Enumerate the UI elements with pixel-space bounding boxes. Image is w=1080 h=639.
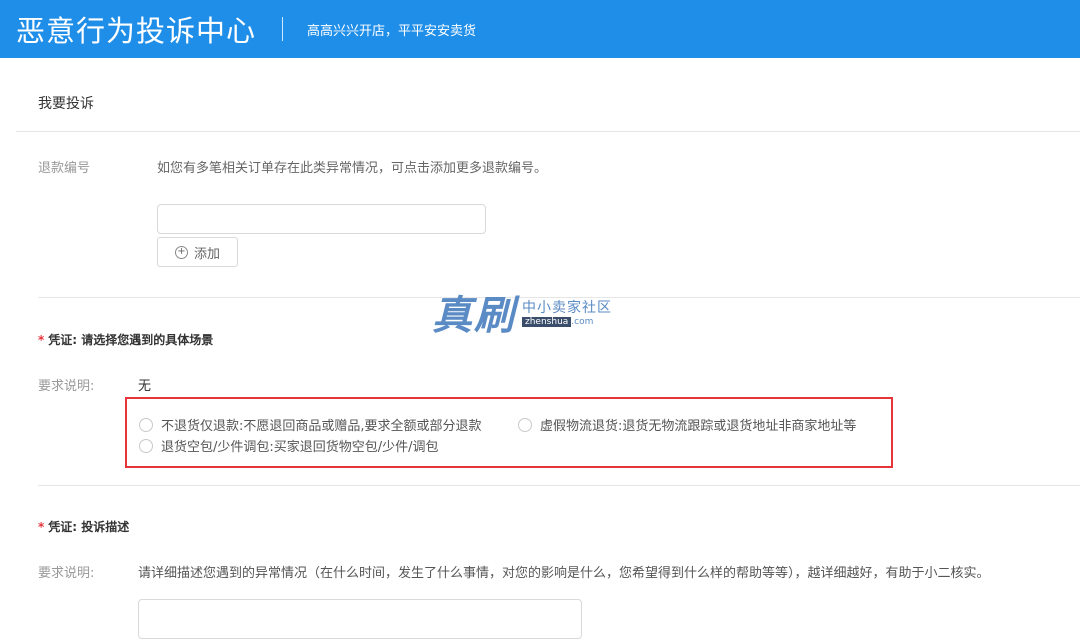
header-bar: 恶意行为投诉中心 高高兴兴开店，平平安安卖货 [0, 0, 1080, 58]
watermark-big-text: 真刷 [432, 293, 516, 339]
refund-number-input[interactable] [157, 204, 486, 234]
watermark-logo: 真刷 中小卖家社区 zhenshua .com [432, 283, 612, 341]
divider [38, 297, 1080, 298]
scenario-section-title: * 凭证: 请选择您遇到的具体场景 [38, 331, 213, 348]
header-divider [282, 17, 284, 41]
divider [16, 131, 1080, 132]
app-title: 恶意行为投诉中心 [16, 14, 257, 48]
radio-circle-icon [518, 417, 532, 432]
description-section-title: * 凭证: 投诉描述 [38, 518, 129, 535]
refund-number-hint: 如您有多笔相关订单存在此类异常情况，可点击添加更多退款编号。 [157, 161, 548, 176]
scenario-requirement-label: 要求说明: [38, 379, 95, 394]
radio-circle-icon [139, 417, 153, 432]
description-requirement-label: 要求说明: [38, 566, 95, 581]
scenario-option-fake-logistics[interactable]: 虚假物流退货:退货无物流跟踪或退货地址非商家地址等 [518, 415, 856, 434]
option-label: 不退货仅退款:不愿退回商品或赠品,要求全额或部分退款 [161, 419, 482, 434]
scenario-requirement-value: 无 [138, 379, 152, 394]
watermark-site: zhenshua .com [522, 317, 612, 327]
description-requirement-value: 请详细描述您遇到的异常情况（在什么时间，发生了什么事情，对您的影响是什么，您希望… [138, 566, 990, 581]
plus-circle-icon: + [174, 245, 188, 259]
scenario-option-empty-package[interactable]: 退货空包/少件调包:买家退回货物空包/少件/调包 [139, 436, 439, 455]
option-label: 退货空包/少件调包:买家退回货物空包/少件/调包 [161, 440, 439, 455]
watermark-tld: .com [571, 317, 594, 327]
watermark-cn-text: 中小卖家社区 [522, 300, 612, 316]
required-mark: * [38, 520, 45, 534]
watermark-site-name: zhenshua [522, 317, 572, 327]
required-mark: * [38, 333, 45, 347]
section-title: 我要投诉 [38, 96, 94, 112]
header-slogan: 高高兴兴开店，平平安安卖货 [307, 23, 477, 39]
option-label: 虚假物流退货:退货无物流跟踪或退货地址非商家地址等 [540, 419, 857, 434]
refund-number-label: 退款编号 [38, 161, 91, 176]
description-title-text: 凭证: 投诉描述 [48, 520, 130, 534]
scenario-option-refund-only[interactable]: 不退货仅退款:不愿退回商品或赠品,要求全额或部分退款 [139, 415, 482, 434]
divider [38, 485, 1080, 486]
add-button-label: 添加 [193, 246, 220, 262]
description-textarea[interactable] [138, 599, 582, 639]
scenario-title-text: 凭证: 请选择您遇到的具体场景 [48, 333, 214, 347]
radio-circle-icon [139, 438, 153, 453]
add-refund-button[interactable]: + 添加 [157, 237, 238, 267]
